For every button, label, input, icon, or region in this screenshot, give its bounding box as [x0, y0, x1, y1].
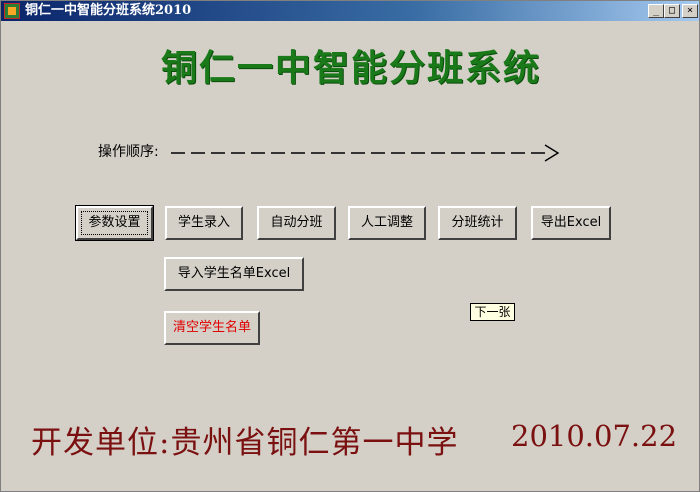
sequence-arrow	[171, 144, 560, 162]
release-date: 2010.07.22	[511, 419, 678, 453]
minimize-button[interactable]: _	[648, 4, 664, 18]
app-icon[interactable]	[4, 3, 20, 19]
window-title: 铜仁一中智能分班系统2010	[25, 3, 192, 18]
next-tooltip: 下一张	[470, 303, 515, 321]
manual-adjust-button[interactable]: 人工调整	[348, 206, 426, 240]
export-excel-button[interactable]: 导出Excel	[531, 206, 611, 240]
close-button[interactable]: ×	[682, 4, 698, 18]
class-stats-button[interactable]: 分班统计	[438, 206, 517, 240]
app-window: 铜仁一中智能分班系统2010 _ □ × 铜仁一中智能分班系统 操作顺序: 参数…	[0, 0, 700, 492]
sequence-label: 操作顺序:	[98, 144, 159, 160]
title-bar[interactable]: 铜仁一中智能分班系统2010 _ □ ×	[1, 1, 699, 21]
maximize-button[interactable]: □	[664, 4, 680, 18]
developer-label: 开发单位:贵州省铜仁第一中学	[31, 425, 459, 461]
clear-list-button[interactable]: 清空学生名单	[164, 311, 260, 345]
page-title: 铜仁一中智能分班系统	[160, 47, 541, 89]
auto-assign-button[interactable]: 自动分班	[257, 206, 336, 240]
student-entry-button[interactable]: 学生录入	[165, 206, 243, 240]
import-excel-button[interactable]: 导入学生名单Excel	[164, 257, 304, 291]
params-button[interactable]: 参数设置	[75, 205, 154, 241]
